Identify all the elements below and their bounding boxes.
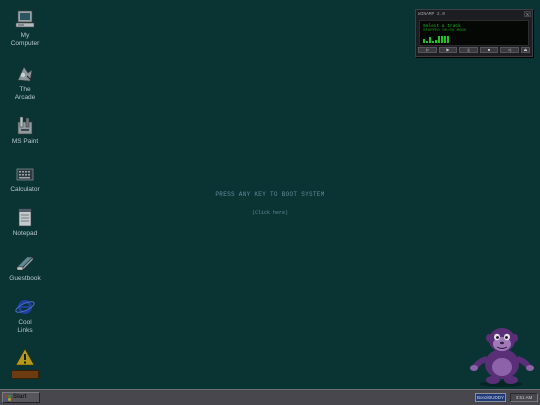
desktop-icon-label: MS Paint [11, 138, 39, 145]
visualizer-bar [438, 36, 440, 43]
guestbook-icon [16, 256, 34, 271]
player-controls: |< ▶ || ■ >| ⏏ [418, 47, 530, 54]
eject-button[interactable]: ⏏ [520, 47, 530, 53]
visualizer-bar [423, 39, 425, 43]
desktop-icon-notepad[interactable]: Notepad [3, 208, 47, 238]
warning-icon-base [11, 370, 39, 379]
desktop-icon-label: Guestbook [9, 275, 41, 282]
desktop[interactable]: My Computer The Arcade MS Paint Calculat… [0, 0, 540, 389]
notepad-icon [18, 208, 32, 227]
desktop-icon-label: The Arcade [14, 86, 36, 101]
player-display: Select a track STOPPED 00:00 MONO [419, 20, 529, 46]
visualizer-bar [435, 40, 437, 43]
boot-message[interactable]: PRESS ANY KEY TO BOOT SYSTEM [170, 191, 370, 198]
system-clock: 3:51 AM [510, 393, 538, 402]
visualizer-bar [426, 41, 428, 43]
desktop-icon-warning[interactable] [3, 348, 47, 379]
player-visualizer [423, 35, 449, 43]
player-status-text: STOPPED 00:00 MONO [423, 29, 467, 33]
calculator-icon [16, 168, 34, 181]
taskbar-item-bonzibuddy[interactable]: BonziBUDDY [475, 393, 506, 402]
desktop-icon-my-computer[interactable]: My Computer [3, 10, 47, 47]
purple-gorilla-mascot[interactable] [466, 322, 536, 388]
play-button[interactable]: ▶ [438, 47, 458, 53]
warning-icon [15, 348, 35, 366]
paint-icon [17, 116, 33, 135]
desktop-icon-label: Notepad [12, 230, 38, 237]
desktop-icon-the-arcade[interactable]: The Arcade [3, 64, 47, 101]
boot-click-hint[interactable]: (Click here) [220, 210, 320, 216]
internet-explorer-icon [15, 300, 35, 314]
windows-logo-icon [5, 394, 11, 401]
desktop-icon-cool-links[interactable]: Cool Links [3, 297, 47, 334]
player-title: WINAMP 2.0 [418, 12, 446, 17]
desktop-icon-label: Calculator [10, 186, 40, 193]
desktop-icon-ms-paint[interactable]: MS Paint [3, 116, 47, 146]
arcade-icon [17, 66, 33, 82]
computer-icon [15, 10, 35, 28]
prev-button[interactable]: |< [418, 47, 437, 53]
taskbar: Start BonziBUDDY 3:51 AM [0, 389, 540, 405]
visualizer-bar [432, 41, 434, 43]
music-player[interactable]: WINAMP 2.0 X Select a track STOPPED 00:0… [415, 9, 533, 57]
desktop-icon-label: Cool Links [17, 319, 33, 334]
start-label: Start [13, 394, 27, 400]
desktop-icon-calculator[interactable]: Calculator [3, 164, 47, 194]
stop-button[interactable]: ■ [479, 47, 499, 53]
desktop-icon-guestbook[interactable]: Guestbook [3, 253, 47, 283]
start-button[interactable]: Start [2, 392, 40, 403]
next-button[interactable]: >| [500, 47, 519, 53]
desktop-icon-label: My Computer [10, 32, 40, 47]
visualizer-bar [444, 36, 446, 43]
visualizer-bar [441, 36, 443, 43]
visualizer-bar [429, 37, 431, 43]
visualizer-bar [447, 36, 449, 43]
player-close-button[interactable]: X [524, 11, 531, 17]
pause-button[interactable]: || [459, 47, 478, 53]
